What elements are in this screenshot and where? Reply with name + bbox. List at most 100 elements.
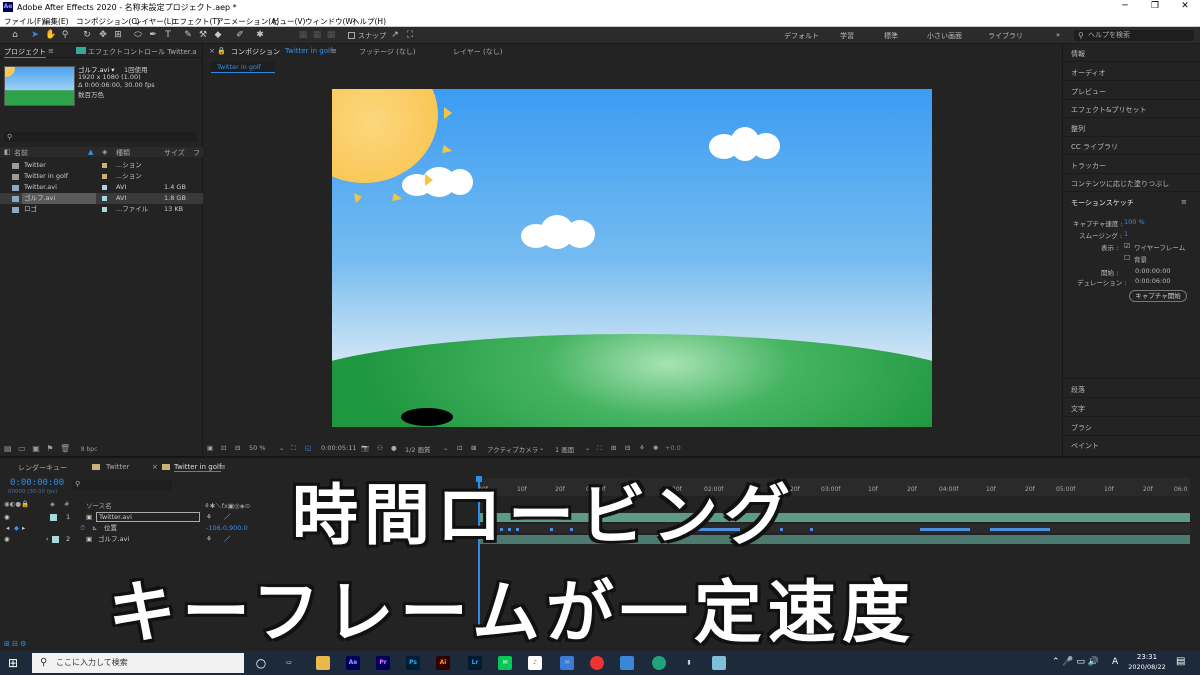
transparency-icon[interactable]: ◱ (305, 444, 311, 452)
visibility-eye-icon[interactable]: ◉ (4, 512, 10, 523)
start-capture-button[interactable]: キャプチャ開始 (1129, 290, 1187, 302)
tab-footage[interactable]: フッテージ (なし) (359, 47, 416, 57)
itunes-icon[interactable]: ♪ (528, 656, 542, 670)
clock-time[interactable]: 23:31 (1130, 653, 1164, 661)
eraser-tool-icon[interactable]: ◆ (213, 30, 223, 40)
task-view-icon[interactable]: ▭ (282, 656, 296, 670)
comp-breadcrumb[interactable]: Twitter in golf (211, 62, 275, 73)
quality-switch-icon[interactable]: ／ (224, 534, 231, 545)
pen-tool-icon[interactable]: ✒ (148, 30, 158, 40)
panel-cc-libraries[interactable]: CC ライブラリ (1071, 142, 1118, 152)
tab-timeline-twitter[interactable]: Twitter (106, 463, 129, 471)
capture-speed-value[interactable]: 100 % (1124, 218, 1145, 226)
transparency-grid-icon[interactable]: ⊠ (471, 444, 476, 452)
region-icon[interactable]: ⊡ (221, 444, 226, 452)
trash-icon[interactable]: 🗑 (60, 444, 70, 453)
flowchart-icon[interactable]: ⚑ (46, 444, 53, 453)
column-type[interactable]: 種類 (116, 148, 130, 158)
color-channel-icon[interactable]: ● (391, 444, 397, 452)
column-size[interactable]: サイズ (164, 148, 185, 158)
wireframe-checkbox[interactable]: ☑ (1124, 242, 1130, 250)
show-snapshot-icon[interactable]: ⚇ (377, 444, 383, 452)
sort-ascending-icon[interactable]: ▲ (88, 148, 93, 156)
help-search-input[interactable]: ヘルプを検索 (1074, 30, 1194, 41)
panel-preview[interactable]: プレビュー (1071, 87, 1106, 97)
menu-animation[interactable]: アニメーション(A) (216, 16, 279, 27)
position-value[interactable]: -106.0,900.0 (206, 523, 248, 534)
device-icon[interactable]: ▮ (682, 656, 696, 670)
minimize-icon[interactable]: ─ (1110, 1, 1140, 11)
menu-view[interactable]: ビュー(V) (272, 16, 305, 27)
new-folder-icon[interactable]: ▭ (18, 444, 26, 453)
zoom-select[interactable]: 50 % (249, 444, 266, 452)
hand-tool-icon[interactable]: ✋ (45, 30, 56, 40)
panel-content-aware-fill[interactable]: コンテンツに応じた塗りつぶし (1071, 179, 1169, 189)
always-preview-icon[interactable]: ▣ (207, 444, 213, 452)
brush-tool-icon[interactable]: ✎ (183, 30, 193, 40)
tab-layer[interactable]: レイヤー (なし) (453, 47, 502, 57)
keyframe-add-icon[interactable]: ◆ (14, 523, 19, 534)
premiere-icon[interactable]: Pr (376, 656, 390, 670)
panel-brushes[interactable]: ブラシ (1071, 423, 1092, 433)
ellipse-tool-icon[interactable]: ⬭ (133, 30, 143, 40)
chrome-icon[interactable] (590, 656, 604, 670)
panel-info[interactable]: 情報 (1071, 49, 1085, 59)
windows-start-icon[interactable]: ⊞ (8, 656, 22, 670)
maximize-icon[interactable]: ❐ (1140, 1, 1170, 11)
illustrator-icon[interactable]: Ai (436, 656, 450, 670)
stopwatch-icon[interactable]: ⏱ (80, 523, 85, 534)
home-icon[interactable]: ⌂ (10, 30, 20, 40)
workspace-learn[interactable]: 学習 (840, 31, 854, 41)
mask-icon[interactable]: ⊟ (235, 444, 240, 452)
exposure-value[interactable]: +0.0 (665, 444, 681, 452)
app-icon[interactable] (712, 656, 726, 670)
timeline-menu-icon[interactable]: ≡ (220, 463, 226, 471)
close-icon[interactable]: ✕ (1170, 1, 1200, 11)
workspace-small-screen[interactable]: 小さい画面 (927, 31, 962, 41)
camera-select[interactable]: アクティブカメラ (487, 444, 538, 454)
project-item[interactable]: ロゴ ...ファイル 13 KB (0, 204, 203, 215)
axis-view-icon[interactable]: ▦ (312, 30, 322, 40)
text-tool-icon[interactable]: T (163, 30, 173, 40)
anchor-tool-icon[interactable]: ⊞ (113, 30, 123, 40)
project-item[interactable]: Twitter.avi AVI 1.4 GB (0, 182, 203, 193)
tab-composition[interactable]: コンポジション (231, 47, 280, 57)
keyframe-nav-icon[interactable]: ▸ (22, 523, 25, 534)
tab-effect-controls[interactable]: エフェクトコントロール Twitter.a (88, 47, 197, 57)
keyframe-nav-icon[interactable]: ◂ (6, 523, 9, 534)
shy-switch-icon[interactable]: ⚘ (206, 534, 212, 545)
workspace-standard[interactable]: 標準 (884, 31, 898, 41)
smoothing-value[interactable]: 1 (1124, 230, 1128, 238)
panel-menu-icon[interactable]: ≡ (1181, 198, 1187, 206)
roto-brush-tool-icon[interactable]: ✐ (235, 30, 245, 40)
panel-align[interactable]: 整列 (1071, 124, 1085, 134)
workspace-menu-icon[interactable]: » (1053, 30, 1063, 40)
tray-icons[interactable]: ⌃ 🎤 ▭ 🔊 (1052, 657, 1099, 667)
close-tab-icon[interactable]: × (152, 463, 158, 471)
tab-project[interactable]: プロジェクト (4, 47, 46, 58)
after-effects-icon[interactable]: Ae (346, 656, 360, 670)
lightroom-icon[interactable]: Lr (468, 656, 482, 670)
menu-window[interactable]: ウィンドウ(W) (305, 16, 356, 27)
tab-render-queue[interactable]: レンダーキュー (18, 463, 67, 473)
composition-menu-icon[interactable]: ≡ (331, 47, 337, 55)
timeline-search-input[interactable]: ⚲ (72, 480, 172, 490)
clock-date[interactable]: 2020/08/22 (1126, 663, 1168, 671)
ime-indicator[interactable]: A (1112, 657, 1118, 667)
edge-icon[interactable] (652, 656, 666, 670)
tab-timeline-twitter-in-golf[interactable]: Twitter in golf (174, 463, 222, 472)
file-explorer-icon[interactable] (316, 656, 330, 670)
menu-edit[interactable]: 編集(E) (43, 16, 69, 27)
project-item[interactable]: Twitter ...ション (0, 160, 203, 171)
workspace-libraries[interactable]: ライブラリ (988, 31, 1023, 41)
panel-tracker[interactable]: トラッカー (1071, 161, 1106, 171)
clone-stamp-tool-icon[interactable]: ⚒ (198, 30, 208, 40)
photoshop-icon[interactable]: Ps (406, 656, 420, 670)
column-name[interactable]: 名前 (14, 148, 28, 158)
line-icon[interactable]: ✉ (498, 656, 512, 670)
layer-name[interactable]: Twitter.avi (96, 512, 200, 522)
rotate-tool-icon[interactable]: ↻ (82, 30, 92, 40)
workspace-default[interactable]: デフォルト (784, 31, 819, 41)
source-name-header[interactable]: ソース名 (86, 500, 112, 510)
timeline-timecode[interactable]: 0:00:00:00 (10, 478, 64, 488)
